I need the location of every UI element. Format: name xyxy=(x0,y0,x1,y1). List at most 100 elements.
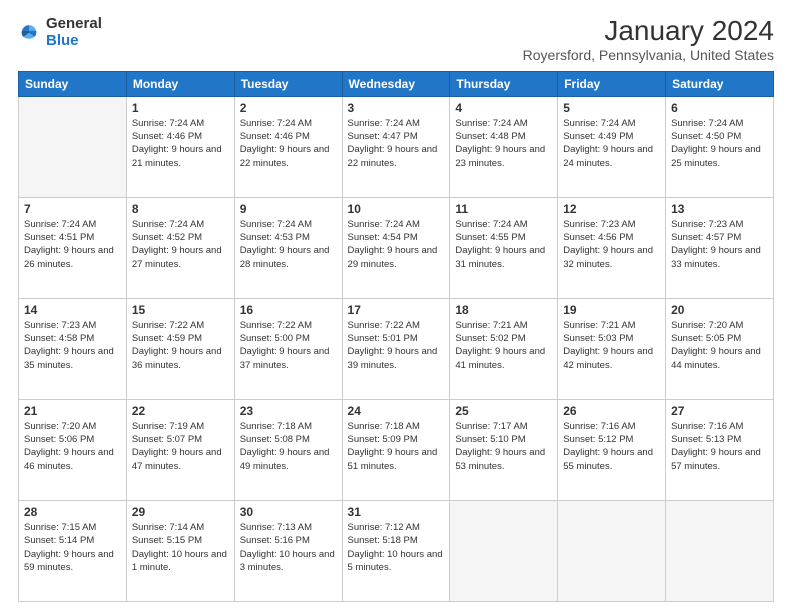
day-number: 9 xyxy=(240,202,337,216)
day-cell: 19 Sunrise: 7:21 AM Sunset: 5:03 PM Dayli… xyxy=(558,298,666,399)
day-detail: Sunrise: 7:22 AM Sunset: 5:00 PM Dayligh… xyxy=(240,319,337,372)
day-detail: Sunrise: 7:20 AM Sunset: 5:06 PM Dayligh… xyxy=(24,420,121,473)
day-cell: 14 Sunrise: 7:23 AM Sunset: 4:58 PM Dayli… xyxy=(19,298,127,399)
day-cell: 5Sunrise: 7:24 AM Sunset: 4:49 PM Daylig… xyxy=(558,96,666,197)
day-number: 16 xyxy=(240,303,337,317)
day-cell: 12Sunrise: 7:23 AM Sunset: 4:56 PM Dayli… xyxy=(558,197,666,298)
header-sunday: Sunday xyxy=(19,71,127,96)
day-detail: Sunrise: 7:22 AM Sunset: 5:01 PM Dayligh… xyxy=(348,319,445,372)
day-number: 29 xyxy=(132,505,229,519)
day-detail: Sunrise: 7:24 AM Sunset: 4:55 PM Dayligh… xyxy=(455,218,552,271)
day-cell: 7 Sunrise: 7:24 AM Sunset: 4:51 PM Daylig… xyxy=(19,197,127,298)
day-cell: 11 Sunrise: 7:24 AM Sunset: 4:55 PM Dayli… xyxy=(450,197,558,298)
day-cell: 24Sunrise: 7:18 AM Sunset: 5:09 PM Dayli… xyxy=(342,399,450,500)
day-detail: Sunrise: 7:23 AM Sunset: 4:58 PM Dayligh… xyxy=(24,319,121,372)
day-cell: 27 Sunrise: 7:16 AM Sunset: 5:13 PM Dayli… xyxy=(666,399,774,500)
page: General Blue January 2024 Royersford, Pe… xyxy=(0,0,792,612)
day-number: 7 xyxy=(24,202,121,216)
day-detail: Sunrise: 7:14 AM Sunset: 5:15 PM Dayligh… xyxy=(132,521,229,574)
day-number: 2 xyxy=(240,101,337,115)
day-cell: 21 Sunrise: 7:20 AM Sunset: 5:06 PM Dayli… xyxy=(19,399,127,500)
day-number: 23 xyxy=(240,404,337,418)
day-cell: 28 Sunrise: 7:15 AM Sunset: 5:14 PM Dayli… xyxy=(19,500,127,601)
week-row-2: 7 Sunrise: 7:24 AM Sunset: 4:51 PM Daylig… xyxy=(19,197,774,298)
day-cell: 22 Sunrise: 7:19 AM Sunset: 5:07 PM Dayli… xyxy=(126,399,234,500)
day-cell: 2 Sunrise: 7:24 AM Sunset: 4:46 PM Daylig… xyxy=(234,96,342,197)
title-area: January 2024 Royersford, Pennsylvania, U… xyxy=(523,16,774,63)
page-title: January 2024 xyxy=(523,16,774,47)
day-detail: Sunrise: 7:12 AM Sunset: 5:18 PM Dayligh… xyxy=(348,521,445,574)
day-detail: Sunrise: 7:24 AM Sunset: 4:49 PM Dayligh… xyxy=(563,117,660,170)
logo-blue: Blue xyxy=(46,33,102,50)
day-cell: 29 Sunrise: 7:14 AM Sunset: 5:15 PM Dayli… xyxy=(126,500,234,601)
day-number: 13 xyxy=(671,202,768,216)
logo-icon xyxy=(18,22,40,44)
logo-general: General xyxy=(46,16,102,33)
day-cell: 9Sunrise: 7:24 AM Sunset: 4:53 PM Daylig… xyxy=(234,197,342,298)
day-number: 3 xyxy=(348,101,445,115)
top-area: General Blue January 2024 Royersford, Pe… xyxy=(18,16,774,63)
day-number: 30 xyxy=(240,505,337,519)
day-number: 11 xyxy=(455,202,552,216)
day-detail: Sunrise: 7:24 AM Sunset: 4:47 PM Dayligh… xyxy=(348,117,445,170)
day-number: 4 xyxy=(455,101,552,115)
day-detail: Sunrise: 7:21 AM Sunset: 5:02 PM Dayligh… xyxy=(455,319,552,372)
day-detail: Sunrise: 7:18 AM Sunset: 5:08 PM Dayligh… xyxy=(240,420,337,473)
day-detail: Sunrise: 7:19 AM Sunset: 5:07 PM Dayligh… xyxy=(132,420,229,473)
day-cell: 16 Sunrise: 7:22 AM Sunset: 5:00 PM Dayli… xyxy=(234,298,342,399)
day-detail: Sunrise: 7:16 AM Sunset: 5:13 PM Dayligh… xyxy=(671,420,768,473)
logo-text: General Blue xyxy=(46,16,102,49)
day-cell xyxy=(666,500,774,601)
day-number: 1 xyxy=(132,101,229,115)
day-number: 21 xyxy=(24,404,121,418)
day-cell: 25Sunrise: 7:17 AM Sunset: 5:10 PM Dayli… xyxy=(450,399,558,500)
day-cell xyxy=(450,500,558,601)
page-subtitle: Royersford, Pennsylvania, United States xyxy=(523,47,774,63)
day-number: 19 xyxy=(563,303,660,317)
calendar: Sunday Monday Tuesday Wednesday Thursday… xyxy=(18,71,774,602)
day-number: 20 xyxy=(671,303,768,317)
header-row: Sunday Monday Tuesday Wednesday Thursday… xyxy=(19,71,774,96)
day-cell: 26Sunrise: 7:16 AM Sunset: 5:12 PM Dayli… xyxy=(558,399,666,500)
day-number: 28 xyxy=(24,505,121,519)
day-detail: Sunrise: 7:23 AM Sunset: 4:56 PM Dayligh… xyxy=(563,218,660,271)
day-detail: Sunrise: 7:16 AM Sunset: 5:12 PM Dayligh… xyxy=(563,420,660,473)
day-cell: 31 Sunrise: 7:12 AM Sunset: 5:18 PM Dayli… xyxy=(342,500,450,601)
day-number: 18 xyxy=(455,303,552,317)
day-cell xyxy=(558,500,666,601)
day-cell: 6Sunrise: 7:24 AM Sunset: 4:50 PM Daylig… xyxy=(666,96,774,197)
week-row-3: 14 Sunrise: 7:23 AM Sunset: 4:58 PM Dayli… xyxy=(19,298,774,399)
day-number: 24 xyxy=(348,404,445,418)
day-detail: Sunrise: 7:24 AM Sunset: 4:46 PM Dayligh… xyxy=(132,117,229,170)
day-detail: Sunrise: 7:15 AM Sunset: 5:14 PM Dayligh… xyxy=(24,521,121,574)
day-number: 15 xyxy=(132,303,229,317)
header-monday: Monday xyxy=(126,71,234,96)
header-tuesday: Tuesday xyxy=(234,71,342,96)
header-friday: Friday xyxy=(558,71,666,96)
day-cell: 4 Sunrise: 7:24 AM Sunset: 4:48 PM Daylig… xyxy=(450,96,558,197)
day-detail: Sunrise: 7:24 AM Sunset: 4:46 PM Dayligh… xyxy=(240,117,337,170)
day-number: 27 xyxy=(671,404,768,418)
day-detail: Sunrise: 7:24 AM Sunset: 4:48 PM Dayligh… xyxy=(455,117,552,170)
header-wednesday: Wednesday xyxy=(342,71,450,96)
day-cell: 20Sunrise: 7:20 AM Sunset: 5:05 PM Dayli… xyxy=(666,298,774,399)
day-detail: Sunrise: 7:24 AM Sunset: 4:51 PM Dayligh… xyxy=(24,218,121,271)
header-thursday: Thursday xyxy=(450,71,558,96)
week-row-4: 21 Sunrise: 7:20 AM Sunset: 5:06 PM Dayli… xyxy=(19,399,774,500)
day-number: 8 xyxy=(132,202,229,216)
day-cell: 8 Sunrise: 7:24 AM Sunset: 4:52 PM Daylig… xyxy=(126,197,234,298)
week-row-5: 28 Sunrise: 7:15 AM Sunset: 5:14 PM Dayli… xyxy=(19,500,774,601)
day-cell: 1 Sunrise: 7:24 AM Sunset: 4:46 PM Daylig… xyxy=(126,96,234,197)
day-cell: 17 Sunrise: 7:22 AM Sunset: 5:01 PM Dayli… xyxy=(342,298,450,399)
day-number: 22 xyxy=(132,404,229,418)
day-detail: Sunrise: 7:21 AM Sunset: 5:03 PM Dayligh… xyxy=(563,319,660,372)
day-detail: Sunrise: 7:24 AM Sunset: 4:50 PM Dayligh… xyxy=(671,117,768,170)
day-number: 14 xyxy=(24,303,121,317)
day-cell: 23 Sunrise: 7:18 AM Sunset: 5:08 PM Dayli… xyxy=(234,399,342,500)
day-detail: Sunrise: 7:24 AM Sunset: 4:52 PM Dayligh… xyxy=(132,218,229,271)
day-cell: 3 Sunrise: 7:24 AM Sunset: 4:47 PM Daylig… xyxy=(342,96,450,197)
day-cell: 18 Sunrise: 7:21 AM Sunset: 5:02 PM Dayli… xyxy=(450,298,558,399)
day-number: 31 xyxy=(348,505,445,519)
day-detail: Sunrise: 7:13 AM Sunset: 5:16 PM Dayligh… xyxy=(240,521,337,574)
day-number: 17 xyxy=(348,303,445,317)
